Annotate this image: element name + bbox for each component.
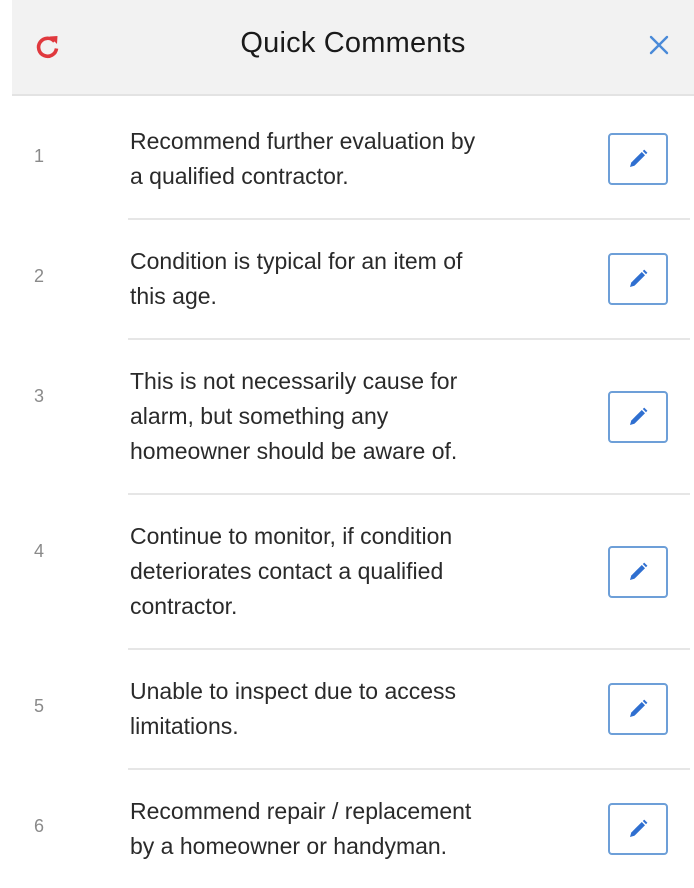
list-item: 5 Unable to inspect due to access limita…	[0, 650, 694, 770]
comment-body: Unable to inspect due to access limitati…	[128, 650, 690, 770]
comment-text[interactable]: Continue to monitor, if condition deteri…	[128, 495, 598, 648]
pencil-icon	[630, 819, 648, 837]
comment-text[interactable]: Recommend repair / replacement by a home…	[128, 770, 598, 888]
comment-number: 4	[34, 541, 45, 561]
header-bar: Quick Comments	[12, 0, 694, 96]
comment-body: Continue to monitor, if condition deteri…	[128, 495, 690, 650]
list-item: 3 This is not necessarily cause for alar…	[0, 340, 694, 495]
comment-number: 6	[34, 816, 45, 836]
comment-text[interactable]: This is not necessarily cause for alarm,…	[128, 340, 598, 493]
comment-body: Recommend further evaluation by a qualif…	[128, 100, 690, 220]
comment-number: 2	[34, 266, 45, 286]
list-item: 2 Condition is typical for an item of th…	[0, 220, 694, 340]
list-item: 6 Recommend repair / replacement by a ho…	[0, 770, 694, 888]
list-item: 1 Recommend further evaluation by a qual…	[0, 100, 694, 220]
edit-button[interactable]	[608, 803, 668, 855]
edit-button[interactable]	[608, 390, 668, 443]
pencil-icon	[630, 562, 648, 580]
comment-text[interactable]: Recommend further evaluation by a qualif…	[128, 100, 598, 218]
comment-body: Condition is typical for an item of this…	[128, 220, 690, 340]
refresh-icon	[36, 36, 59, 59]
comment-number: 3	[34, 386, 45, 406]
list-item: 4 Continue to monitor, if condition dete…	[0, 495, 694, 650]
comment-text[interactable]: Unable to inspect due to access limitati…	[128, 650, 598, 768]
comment-number: 1	[34, 146, 45, 166]
pencil-icon	[630, 269, 648, 287]
page-title: Quick Comments	[240, 27, 466, 59]
pencil-icon	[630, 149, 648, 167]
comment-body: This is not necessarily cause for alarm,…	[128, 340, 690, 495]
edit-button[interactable]	[608, 545, 668, 598]
close-icon	[649, 35, 669, 55]
refresh-button[interactable]	[32, 30, 64, 62]
comment-number: 5	[34, 696, 45, 716]
comment-text[interactable]: Condition is typical for an item of this…	[128, 220, 598, 338]
pencil-icon	[630, 699, 648, 717]
quick-comments-list: 1 Recommend further evaluation by a qual…	[0, 100, 694, 888]
comment-body: Recommend repair / replacement by a home…	[128, 770, 690, 888]
pencil-icon	[630, 407, 648, 425]
close-button[interactable]	[646, 32, 672, 58]
edit-button[interactable]	[608, 683, 668, 735]
edit-button[interactable]	[608, 253, 668, 305]
edit-button[interactable]	[608, 133, 668, 185]
